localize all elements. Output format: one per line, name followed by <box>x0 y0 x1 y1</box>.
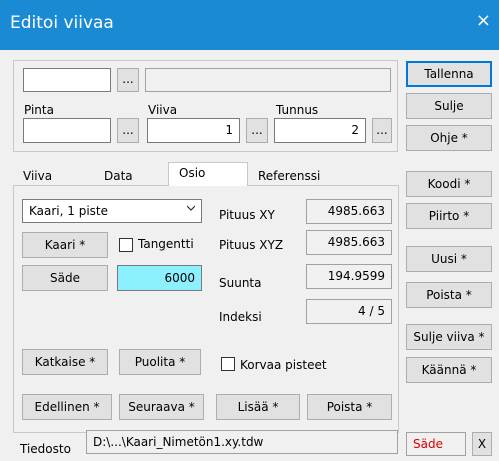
pinta-field[interactable] <box>23 118 111 143</box>
viiva-browse-button[interactable]: ... <box>246 118 268 143</box>
tunnus-browse-button[interactable]: ... <box>372 118 392 143</box>
length-xyz-value: 4985.663 <box>306 230 392 255</box>
tab-referenssi[interactable]: Referenssi <box>252 166 326 186</box>
code-button[interactable]: Koodi * <box>406 171 492 197</box>
delete-button[interactable]: Poista * <box>406 282 492 308</box>
segment-type-select[interactable]: Kaari, 1 piste <box>22 199 202 223</box>
file-label: Tiedosto <box>20 442 71 456</box>
insert-button[interactable]: Lisää * <box>216 394 300 420</box>
save-button[interactable]: Tallenna <box>406 61 492 87</box>
delete-point-button[interactable]: Poista * <box>307 394 392 420</box>
radius-button[interactable]: Säde <box>22 265 108 291</box>
code-field[interactable] <box>23 68 111 92</box>
index-label: Indeksi <box>219 310 262 324</box>
previous-button[interactable]: Edellinen * <box>22 394 112 420</box>
file-path-field: D:\...\Kaari_Nimetön1.xy.tdw <box>86 430 398 454</box>
tunnus-label: Tunnus <box>276 103 319 117</box>
pinta-browse-button[interactable]: ... <box>117 118 139 143</box>
clear-status-button[interactable]: X <box>472 432 492 456</box>
direction-value: 194.9599 <box>306 264 392 289</box>
length-xy-label: Pituus XY <box>219 208 275 222</box>
halve-button[interactable]: Puolita * <box>119 349 201 375</box>
direction-label: Suunta <box>219 276 262 290</box>
tunnus-field[interactable]: 2 <box>274 118 366 143</box>
draw-button[interactable]: Piirto * <box>406 203 492 229</box>
chevron-down-icon <box>187 205 195 211</box>
index-value: 4 / 5 <box>306 299 392 324</box>
help-button[interactable]: Ohje * <box>406 125 492 151</box>
pinta-label: Pinta <box>24 103 54 117</box>
new-button[interactable]: Uusi * <box>406 246 492 272</box>
tab-data[interactable]: Data <box>98 166 139 186</box>
tab-osio[interactable]: Osio <box>168 162 248 186</box>
tangent-checkbox[interactable] <box>119 238 133 252</box>
replace-points-checkbox[interactable] <box>221 357 235 371</box>
close-button[interactable]: Sulje <box>406 93 492 119</box>
viiva-field[interactable]: 1 <box>147 118 240 143</box>
segment-type-value: Kaari, 1 piste <box>29 204 109 218</box>
tab-viiva[interactable]: Viiva <box>17 166 58 186</box>
description-field[interactable] <box>145 68 391 92</box>
radius-input[interactable]: 6000 <box>117 265 202 291</box>
close-line-button[interactable]: Sulje viiva * <box>406 324 492 350</box>
split-button[interactable]: Katkaise * <box>22 349 108 375</box>
code-browse-button[interactable]: ... <box>117 68 139 92</box>
arc-button[interactable]: Kaari * <box>22 232 108 258</box>
next-button[interactable]: Seuraava * <box>119 394 204 420</box>
close-icon[interactable]: × <box>476 12 491 30</box>
window-title: Editoi viivaa <box>10 13 114 33</box>
replace-points-label: Korvaa pisteet <box>240 358 327 372</box>
tangent-label: Tangentti <box>138 237 194 251</box>
length-xy-value: 4985.663 <box>306 199 392 224</box>
viiva-label: Viiva <box>148 103 178 117</box>
length-xyz-label: Pituus XYZ <box>219 238 284 252</box>
reverse-button[interactable]: Käännä * <box>406 357 492 383</box>
status-radius: Säde <box>406 432 466 456</box>
